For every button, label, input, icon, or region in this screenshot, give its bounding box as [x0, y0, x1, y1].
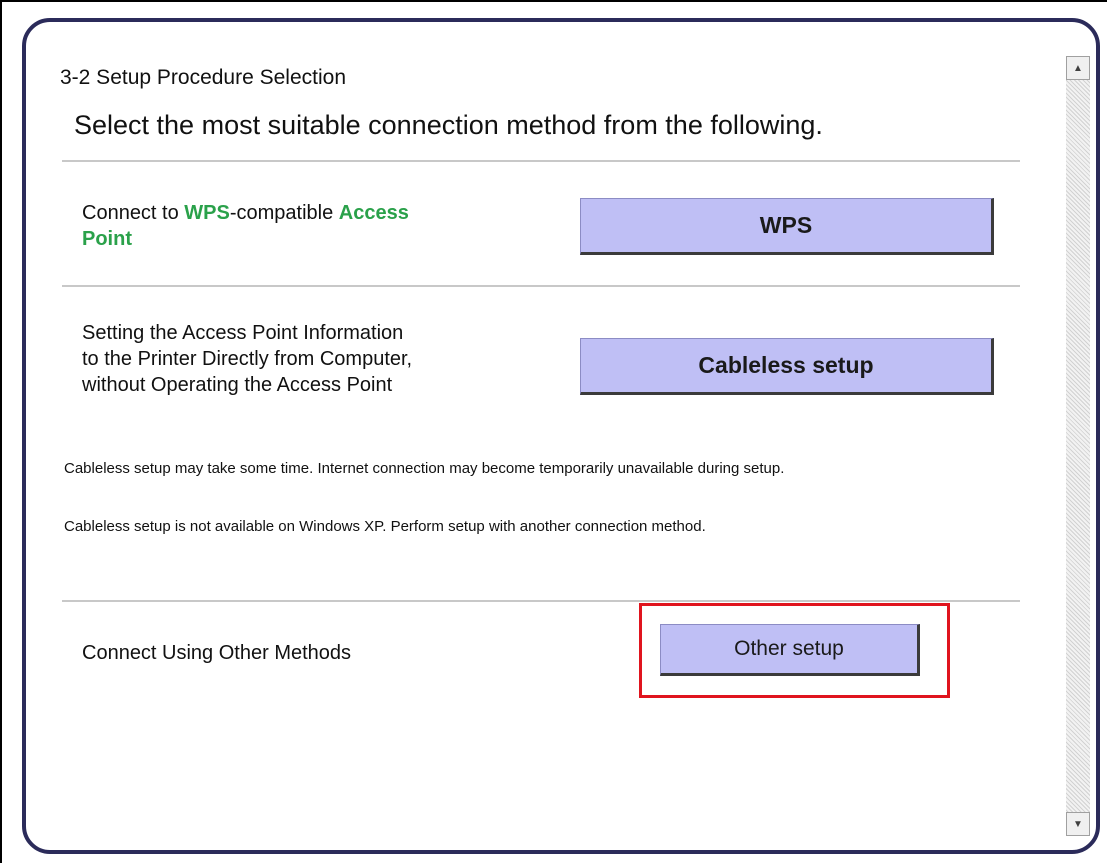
cableless-setup-button[interactable]: Cableless setup	[580, 338, 994, 395]
dialog-content: 3-2 Setup Procedure Selection Select the…	[26, 22, 1042, 850]
scroll-up-button[interactable]: ▲	[1066, 56, 1090, 80]
wps-label-text: Connect to	[82, 202, 185, 224]
divider	[62, 600, 1020, 602]
vertical-scrollbar[interactable]: ▲ ▼	[1066, 56, 1090, 836]
cableless-label-line: without Operating the Access Point	[82, 374, 393, 396]
cableless-label-line: Setting the Access Point Information	[82, 322, 404, 344]
setup-dialog-panel: 3-2 Setup Procedure Selection Select the…	[22, 18, 1100, 854]
wps-row-label: Connect to WPS-compatible Access Point	[82, 200, 522, 252]
wps-label-text-2: -compatible	[229, 202, 339, 224]
cableless-row-label: Setting the Access Point Information to …	[82, 320, 562, 398]
cableless-note-xp: Cableless setup is not available on Wind…	[64, 518, 706, 535]
page-subtitle: Select the most suitable connection meth…	[74, 110, 823, 140]
arrow-up-icon: ▲	[1073, 62, 1083, 74]
other-row-label: Connect Using Other Methods	[82, 642, 352, 664]
cableless-note-time: Cableless setup may take some time. Inte…	[64, 460, 785, 477]
access-label-accent: Access	[338, 202, 409, 224]
wps-label-accent: WPS	[184, 202, 230, 224]
divider	[62, 285, 1020, 287]
point-label-accent: Point	[82, 228, 132, 250]
other-setup-button[interactable]: Other setup	[660, 624, 920, 676]
step-title: 3-2 Setup Procedure Selection	[60, 66, 347, 89]
wps-button[interactable]: WPS	[580, 198, 994, 255]
scroll-down-button[interactable]: ▼	[1066, 812, 1090, 836]
divider	[62, 160, 1020, 162]
cableless-label-line: to the Printer Directly from Computer,	[82, 348, 413, 370]
arrow-down-icon: ▼	[1073, 818, 1083, 830]
